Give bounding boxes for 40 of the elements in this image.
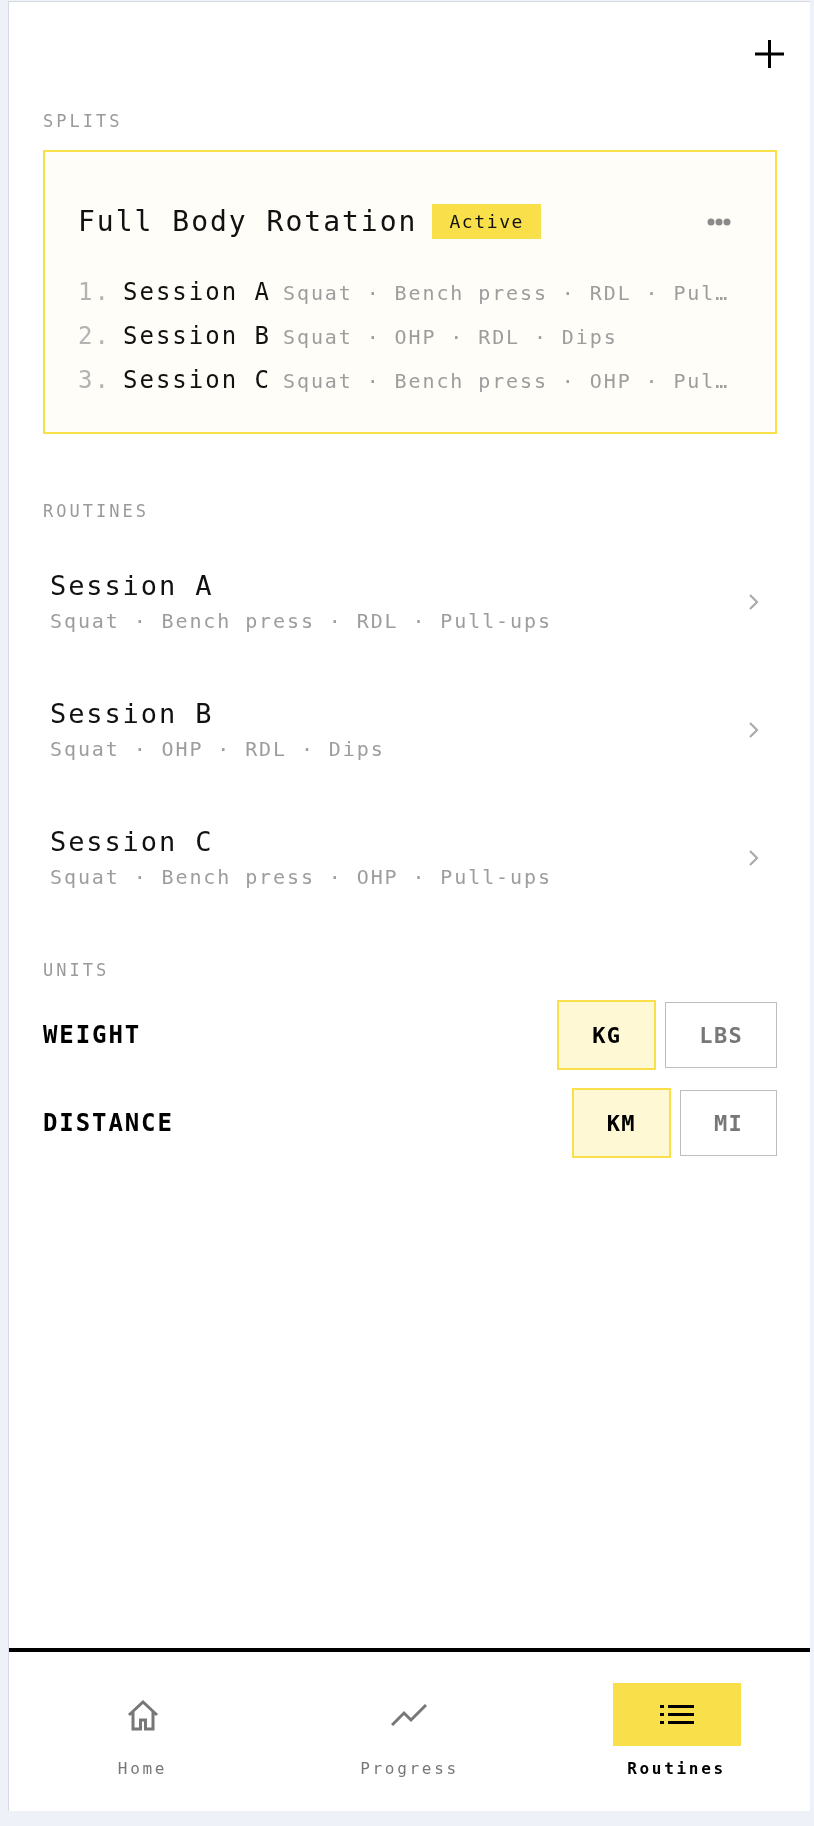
routine-row[interactable]: Session A Squat · Bench press · RDL · Pull-ups <box>43 538 777 666</box>
session-exercises: Squat · Bench press · OHP · Pul… <box>283 368 730 395</box>
chevron-right-icon <box>748 849 759 867</box>
routine-name: Session A <box>50 569 215 603</box>
split-title: Full Body Rotation <box>78 204 418 239</box>
routine-row[interactable]: Session B Squat · OHP · RDL · Dips <box>43 666 777 794</box>
unit-option[interactable]: KG <box>557 1000 657 1070</box>
session-exercises: Squat · Bench press · RDL · Pul… <box>283 280 730 307</box>
nav-tab[interactable]: Routines <box>612 1652 741 1811</box>
session-name: Session B <box>123 321 272 352</box>
section-heading: UNITS <box>43 959 111 982</box>
routine-exercises: Squat · Bench press · RDL · Pull-ups <box>50 608 552 635</box>
session-exercises: Squat · OHP · RDL · Dips <box>283 324 618 351</box>
session-name: Session A <box>123 277 272 308</box>
chevron-right-icon <box>748 593 759 611</box>
add-icon[interactable] <box>755 40 784 68</box>
routine-name: Session C <box>50 825 215 859</box>
nav-tab[interactable]: Progress <box>360 1652 459 1811</box>
status-badge: Active <box>432 204 542 239</box>
unit-option[interactable]: KM <box>571 1088 671 1158</box>
list-number: 3. <box>78 365 112 396</box>
more-icon[interactable] <box>707 217 731 226</box>
setting-label: DISTANCE <box>43 1108 174 1139</box>
unit-option[interactable]: LBS <box>665 1002 777 1068</box>
split-card[interactable]: Full Body Rotation Active 1. Session A Squat · Bench press · RDL · Pul… 2. Session B Squat · OHP · RDL · Dips 3. Session C Squat · Bench press · OHP · Pul… <box>43 150 777 434</box>
section-heading: ROUTINES <box>43 500 150 523</box>
list-icon <box>612 1683 741 1746</box>
routine-exercises: Squat · Bench press · OHP · Pull-ups <box>50 864 552 891</box>
setting-label: WEIGHT <box>43 1020 142 1051</box>
unit-option[interactable]: MI <box>679 1090 777 1156</box>
section-heading: SPLITS <box>43 110 124 133</box>
nav-tab[interactable]: Home <box>117 1652 168 1811</box>
chevron-right-icon <box>748 721 759 739</box>
list-number: 1. <box>78 277 112 308</box>
routine-row[interactable]: Session C Squat · Bench press · OHP · Pull-ups <box>43 794 777 922</box>
trend-line-icon <box>391 1703 428 1726</box>
routine-name: Session B <box>50 697 215 731</box>
session-name: Session C <box>123 365 272 396</box>
routine-exercises: Squat · OHP · RDL · Dips <box>50 736 385 763</box>
list-number: 2. <box>78 321 112 352</box>
